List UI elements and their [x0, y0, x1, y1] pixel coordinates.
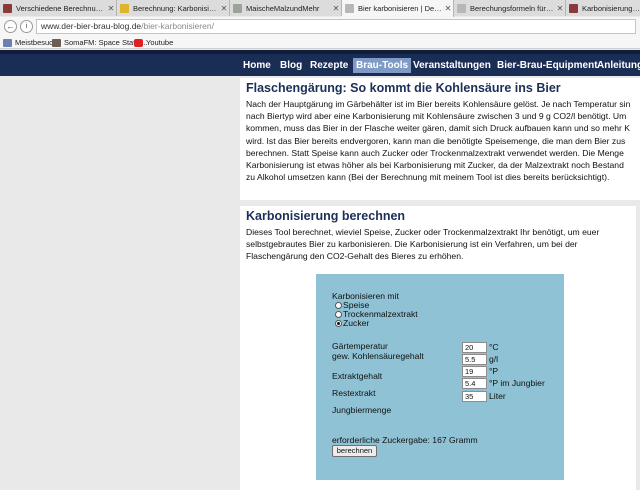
browser-tab[interactable]: Karbonisierung berec — [566, 0, 640, 16]
tab-label: MaischeMalzundMehr — [246, 3, 320, 13]
paragraph-line: wird. Ist das Bier bereits endvergoren, … — [246, 135, 626, 146]
folder-icon — [3, 38, 12, 47]
nav-bier-brau-equipment[interactable]: Bier-Brau-Equipment — [497, 58, 598, 73]
browser-tab-active[interactable]: Bier karbonisieren | Der Bier-Br... ✕ — [342, 0, 454, 17]
tab-label: Verschiedene Berechnung... — [16, 3, 106, 13]
volume-input[interactable] — [462, 391, 487, 402]
close-icon[interactable]: ✕ — [331, 4, 341, 13]
navigation-bar: ← i www.der-bier-brau-blog.de/bier-karbo… — [0, 17, 640, 36]
site-favicon-icon — [120, 3, 129, 13]
label-extraktgehalt: Extraktgehalt — [332, 371, 383, 381]
paragraph-line: Nach der Hauptgärung im Gärbehälter ist … — [246, 99, 631, 109]
option-zucker-label: Zucker — [343, 318, 370, 328]
url-input[interactable]: www.der-bier-brau-blog.de/bier-karbonisi… — [36, 19, 636, 34]
tab-strip: Verschiedene Berechnung... ✕ Berechnung:… — [0, 0, 640, 17]
result-text: erforderliche Zuckergabe: 167 Gramm — [332, 435, 478, 445]
section-paragraph: Nach der Hauptgärung im Gärbehälter ist … — [246, 98, 630, 183]
close-icon[interactable]: ✕ — [555, 4, 565, 13]
site-favicon-icon — [569, 3, 578, 13]
section-title: Flaschengärung: So kommt die Kohlensäure… — [246, 81, 561, 95]
unit-gpl: g/l — [489, 354, 499, 364]
tab-label: Berechungsformeln für Hausb... — [470, 3, 555, 13]
nav-veranstaltungen[interactable]: Veranstaltungen — [413, 58, 491, 73]
nav-rezepte[interactable]: Rezepte — [310, 58, 348, 73]
paragraph-line: kommen, muss das Bier in der Flasche wei… — [246, 123, 631, 134]
section-title: Karbonisierung berechnen — [246, 209, 406, 223]
url-path: /bier-karbonisieren/ — [141, 21, 214, 31]
site-navigation: Home Blog Rezepte Brau-Tools Veranstaltu… — [0, 50, 640, 76]
label-kohlensaeuregehalt: gew. Kohlensäuregehalt — [332, 351, 424, 361]
nav-blog[interactable]: Blog — [280, 58, 302, 73]
paragraph-line: Karbonisierung ist etwas höher als bei K… — [246, 159, 624, 170]
paragraph-line: selbstgebrautes Bier zu karbonisieren. D… — [246, 239, 578, 250]
nav-anleitung[interactable]: Anleitung — [597, 58, 640, 73]
info-icon[interactable]: i — [20, 20, 33, 33]
close-icon[interactable]: ✕ — [219, 4, 229, 13]
label-restextrakt: Restextrakt — [332, 388, 376, 398]
site-favicon-icon — [457, 3, 466, 13]
paragraph-line: zu Alkohol umsetzen kann (Bei der Berech… — [246, 172, 610, 183]
label-gaertemperatur: Gärtemperatur — [332, 341, 388, 351]
browser-tab[interactable]: MaischeMalzundMehr ✕ — [230, 0, 342, 16]
site-favicon-icon — [233, 3, 242, 13]
bookmark-youtube[interactable]: Youtube — [134, 37, 173, 48]
close-icon[interactable]: ✕ — [106, 4, 116, 13]
tab-label: Bier karbonisieren | Der Bier-Br... — [358, 4, 443, 13]
extract-input[interactable] — [462, 366, 487, 377]
radio-zucker[interactable] — [335, 320, 342, 327]
unit-liter: Liter — [489, 391, 506, 401]
browser-tab[interactable]: Verschiedene Berechnung... ✕ — [0, 0, 117, 16]
unit-plato-jungbier: °P im Jungbier — [489, 378, 545, 388]
nav-brau-tools[interactable]: Brau-Tools — [353, 58, 412, 73]
bookmarks-bar: Meistbesucht SomaFM: Space Statio... You… — [0, 36, 640, 49]
browser-tab[interactable]: Berechnung: Karbonisieru... ✕ — [117, 0, 230, 16]
tab-label: Berechnung: Karbonisieru... — [133, 3, 219, 13]
paragraph-line: nach Biertyp wird aber eine Karbonisieru… — [246, 111, 627, 122]
somafm-icon — [52, 38, 61, 47]
calculate-button[interactable]: berechnen — [332, 445, 377, 457]
radio-trockenmalzextrakt[interactable] — [335, 311, 342, 318]
site-favicon-icon — [345, 4, 354, 13]
section-paragraph: Dieses Tool berechnet, wieviel Speise, Z… — [246, 226, 599, 263]
paragraph-line: Flaschengärung den CO2-Gehalt des Bieres… — [246, 251, 464, 262]
youtube-icon — [134, 38, 143, 47]
article-section-flaschengaerung: Flaschengärung: So kommt die Kohlensäure… — [240, 78, 640, 200]
label-jungbiermenge: Jungbiermenge — [332, 405, 392, 415]
paragraph-line: berechnen. Statt Speise kann auch Zucker… — [246, 147, 624, 158]
unit-plato: °P — [489, 366, 499, 376]
bookmark-label: Youtube — [146, 38, 174, 47]
nav-home[interactable]: Home — [243, 58, 271, 73]
site-favicon-icon — [3, 3, 12, 13]
radio-speise[interactable] — [335, 302, 342, 309]
paragraph-line: Dieses Tool berechnet, wieviel Speise, Z… — [246, 227, 600, 237]
back-arrow-icon[interactable]: ← — [4, 20, 17, 33]
close-icon[interactable]: ✕ — [443, 4, 453, 13]
co2-input[interactable] — [462, 354, 487, 365]
browser-tab[interactable]: Berechungsformeln für Hausb... ✕ — [454, 0, 566, 16]
tab-label: Karbonisierung berec — [582, 3, 640, 13]
bookmark-meistbesucht[interactable]: Meistbesucht — [3, 37, 59, 48]
url-host: www.der-bier-brau-blog.de — [41, 21, 142, 31]
unit-celsius: °C — [489, 342, 499, 352]
nav-stripe — [0, 50, 640, 54]
rest-extract-input[interactable] — [462, 378, 487, 389]
temperature-input[interactable] — [462, 342, 487, 353]
